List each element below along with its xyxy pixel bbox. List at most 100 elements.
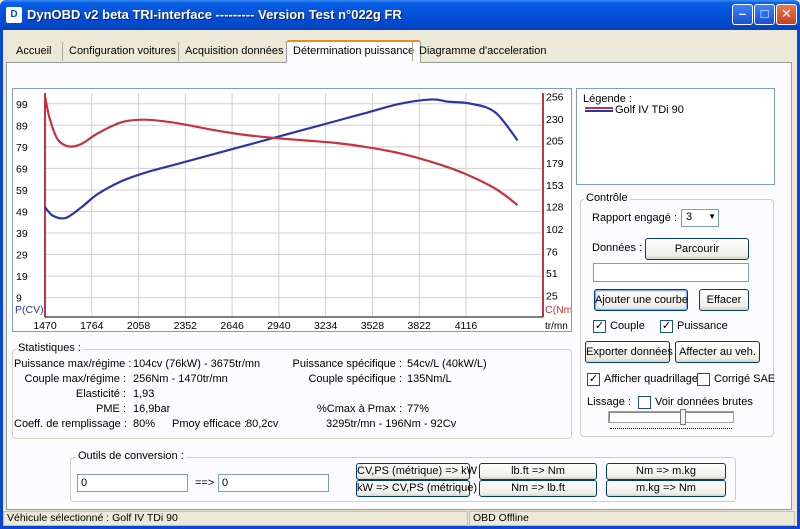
- coeff-remplissage-label: Coeff. de remplissage :: [14, 418, 127, 430]
- statistiques-title: Statistiques :: [16, 342, 83, 354]
- y-left-tick-label: 59: [16, 185, 28, 197]
- donnees-brutes-checkbox[interactable]: [638, 396, 651, 409]
- lissage-label: Lissage :: [587, 396, 632, 408]
- tab-diagramme-acceleration[interactable]: Diagramme d'acceleration: [412, 42, 552, 61]
- tab-acquisition-donnees[interactable]: Acquisition données: [178, 42, 289, 61]
- donnees-label: Données :: [592, 242, 643, 254]
- legend-swatch-torque: [585, 107, 613, 109]
- minimize-icon: –: [738, 6, 747, 21]
- donnees-brutes-label: Voir données brutes: [655, 396, 753, 408]
- elasticite-label: Elasticité :: [75, 388, 126, 400]
- couple-max-label: Couple max/régime :: [24, 373, 127, 385]
- y-right-tick-label: 102: [546, 224, 564, 236]
- lbft-to-nm-button[interactable]: lb.ft => Nm: [479, 463, 597, 480]
- lissage-slider-ticks: [610, 428, 732, 431]
- y-left-tick-label: 49: [16, 206, 28, 218]
- maximize-icon: □: [760, 6, 769, 21]
- x-tick-label: 1470: [33, 320, 57, 331]
- dyno-app-icon[interactable]: D: [6, 7, 22, 23]
- title-bar[interactable]: D DynOBD v2 beta TRI-interface ---------…: [0, 0, 800, 30]
- cv-to-kw-button[interactable]: CV,PS (métrique) => kW: [356, 463, 477, 480]
- puissance-checkbox[interactable]: ✓: [660, 320, 673, 333]
- kw-to-cv-button[interactable]: kW => CV,PS (métrique): [356, 480, 477, 497]
- y-left-tick-label: 19: [16, 271, 28, 283]
- tab-accueil[interactable]: Accueil: [10, 42, 57, 61]
- mkg-to-nm-button[interactable]: m.kg => Nm: [606, 480, 726, 497]
- puissance-specifique-label: Puissance spécifique :: [292, 358, 402, 370]
- controle-title: Contrôle: [584, 192, 630, 204]
- chevron-down-icon[interactable]: ▼: [708, 212, 716, 221]
- couple-checkbox[interactable]: ✓: [593, 320, 606, 333]
- pme-label: PME :: [96, 403, 126, 415]
- y-left-tick-label: 79: [16, 142, 28, 154]
- cmax-pmax-value: 77%: [407, 403, 430, 415]
- legend-swatch-power: [585, 110, 613, 112]
- minimize-button[interactable]: –: [732, 4, 753, 25]
- conversion-input[interactable]: 0: [77, 474, 188, 492]
- y-right-tick-label: 76: [546, 247, 558, 259]
- data-file-input[interactable]: [593, 263, 749, 282]
- x-tick-label: 2940: [267, 320, 291, 331]
- cmax-pmax-label: %Cmax à Pmax :: [317, 403, 402, 415]
- cmax-pmax-detail: 3295tr/mn - 196Nm - 92Cv: [326, 418, 457, 430]
- check-icon: ✓: [661, 320, 672, 332]
- puissance-max-label: Puissance max/régime :: [14, 358, 132, 370]
- maximize-button[interactable]: □: [754, 4, 775, 25]
- tab-determination-puissance[interactable]: Détermination puissance: [286, 40, 422, 63]
- pmoy-value: 80,2cv: [246, 418, 279, 430]
- y-left-tick-label: 9: [16, 293, 22, 305]
- puissance-specifique-value: 54cv/L (40kW/L): [407, 358, 487, 370]
- affecter-vehicule-button[interactable]: Affecter au veh.: [675, 341, 760, 363]
- window-title: DynOBD v2 beta TRI-interface --------- V…: [27, 7, 402, 22]
- couple-max-value: 256Nm - 1470tr/mn: [133, 373, 228, 385]
- status-bar: Véhicule sélectionné : Golf IV TDi 90 OB…: [3, 511, 797, 526]
- tab-configuration-voitures[interactable]: Configuration voitures: [62, 42, 182, 61]
- y-left-tick-label: 29: [16, 250, 28, 262]
- y-right-tick-label: 230: [546, 114, 564, 126]
- chart-svg: 1470 1764 2058 2352 2646 2940 3234 3528 3822 4116…: [15, 91, 576, 332]
- x-tick-label: 2646: [220, 320, 244, 331]
- puissance-label: Puissance: [677, 320, 728, 332]
- sae-checkbox[interactable]: [697, 373, 710, 386]
- nm-to-lbft-button[interactable]: Nm => lb.ft: [479, 480, 597, 497]
- y-left-tick-label: 99: [16, 99, 28, 111]
- exporter-donnees-button[interactable]: Exporter données: [585, 341, 673, 363]
- y-right-tick-label: 179: [546, 158, 564, 170]
- parcourir-button[interactable]: Parcourir: [645, 238, 749, 260]
- x-tick-label: 1764: [80, 320, 104, 331]
- y-right-tick-label: 51: [546, 268, 558, 280]
- x-tick-label: 2058: [127, 320, 151, 331]
- pme-value: 16,9bar: [133, 403, 171, 415]
- y-left-tick-label: 89: [16, 120, 28, 132]
- nm-to-mkg-button[interactable]: Nm => m.kg: [606, 463, 726, 480]
- y-right-tick-label: 205: [546, 135, 564, 147]
- legend-entry: Golf IV TDi 90: [615, 104, 684, 116]
- lissage-slider-track[interactable]: [608, 411, 734, 423]
- quadrillage-checkbox[interactable]: ✓: [587, 373, 600, 386]
- y-right-tick-label: 153: [546, 180, 564, 192]
- rapport-label: Rapport engagé :: [592, 212, 678, 224]
- ajouter-courbe-button[interactable]: Ajouter une courbe: [594, 289, 688, 311]
- coeff-remplissage-value: 80%: [133, 418, 156, 430]
- rapport-select[interactable]: 3 ▼: [681, 209, 719, 227]
- power-torque-chart[interactable]: 1470 1764 2058 2352 2646 2940 3234 3528 3822 4116…: [12, 88, 576, 332]
- conversion-output-value: 0: [222, 477, 229, 489]
- x-tick-label: 3234: [314, 320, 338, 331]
- y-left-tick-label: 69: [16, 163, 28, 175]
- check-icon: ✓: [588, 373, 599, 385]
- y-right-tick-label: 256: [546, 91, 564, 103]
- x-tick-label: 3528: [361, 320, 385, 331]
- legend-box: Légende : Golf IV TDi 90: [576, 88, 775, 185]
- x-tick-label: 2352: [174, 320, 198, 331]
- check-icon: ✓: [594, 320, 605, 332]
- elasticite-value: 1,93: [133, 388, 155, 400]
- quadrillage-label: Afficher quadrillage: [604, 373, 698, 385]
- plot-area: [45, 93, 543, 317]
- effacer-button[interactable]: Effacer: [699, 289, 749, 311]
- couple-specifique-value: 135Nm/L: [407, 373, 452, 385]
- y-left-axis-label: P(CV): [15, 304, 44, 316]
- conversion-title: Outils de conversion :: [76, 450, 186, 462]
- conversion-output[interactable]: 0: [218, 474, 329, 492]
- close-button[interactable]: ✕: [776, 4, 797, 25]
- lissage-slider-thumb[interactable]: [680, 409, 686, 425]
